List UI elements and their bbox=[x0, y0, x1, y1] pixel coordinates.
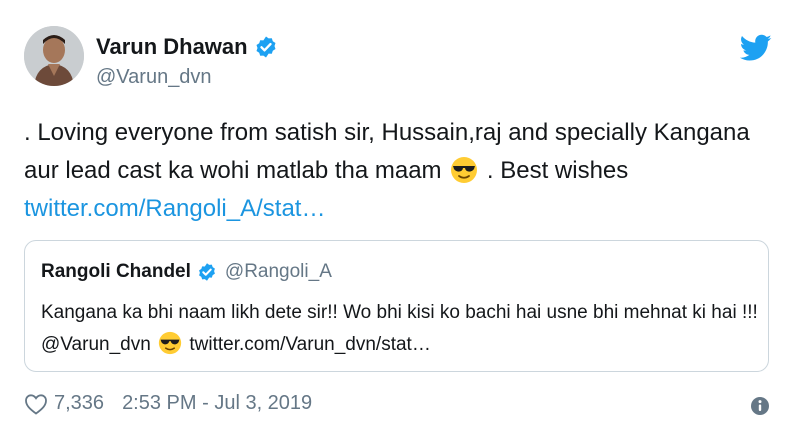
like-count[interactable]: 7,336 bbox=[54, 392, 104, 415]
author-handle[interactable]: @Varun_dvn bbox=[96, 66, 212, 89]
sunglasses-emoji-icon bbox=[158, 331, 182, 355]
sunglasses-emoji-icon bbox=[450, 156, 478, 184]
tweet-text-part2: . Best wishes bbox=[486, 157, 629, 184]
avatar[interactable] bbox=[24, 26, 84, 86]
author-name[interactable]: Varun Dhawan bbox=[96, 34, 248, 60]
timestamp[interactable]: 2:53 PM - Jul 3, 2019 bbox=[122, 392, 312, 415]
info-icon[interactable] bbox=[750, 396, 770, 416]
quoted-author-handle: @Rangoli_A bbox=[224, 261, 332, 282]
verified-badge-icon bbox=[254, 35, 278, 59]
quoted-author-row: Rangoli Chandel @Rangoli_A bbox=[41, 261, 332, 283]
author-row: Varun Dhawan bbox=[96, 34, 278, 60]
tweet-footer: 7,336 2:53 PM - Jul 3, 2019 bbox=[24, 392, 312, 415]
heart-icon[interactable] bbox=[24, 393, 48, 415]
verified-badge-icon bbox=[197, 262, 217, 282]
tweet-text-part1: . Loving everyone from satish sir, Hussa… bbox=[24, 119, 750, 184]
tweet-text: . Loving everyone from satish sir, Hussa… bbox=[24, 114, 764, 228]
embedded-tweet-card: Varun Dhawan @Varun_dvn . Loving everyon… bbox=[0, 0, 800, 433]
twitter-bird-icon[interactable] bbox=[739, 34, 772, 62]
quoted-tweet[interactable]: Rangoli Chandel @Rangoli_A Kangana ka bh… bbox=[24, 240, 769, 372]
quoted-link[interactable]: twitter.com/Varun_dvn/stat… bbox=[189, 334, 430, 355]
tweet-link[interactable]: twitter.com/Rangoli_A/stat… bbox=[24, 195, 325, 222]
quoted-text: Kangana ka bhi naam likh dete sir!! Wo b… bbox=[41, 297, 761, 361]
quoted-author-name: Rangoli Chandel bbox=[41, 261, 191, 282]
